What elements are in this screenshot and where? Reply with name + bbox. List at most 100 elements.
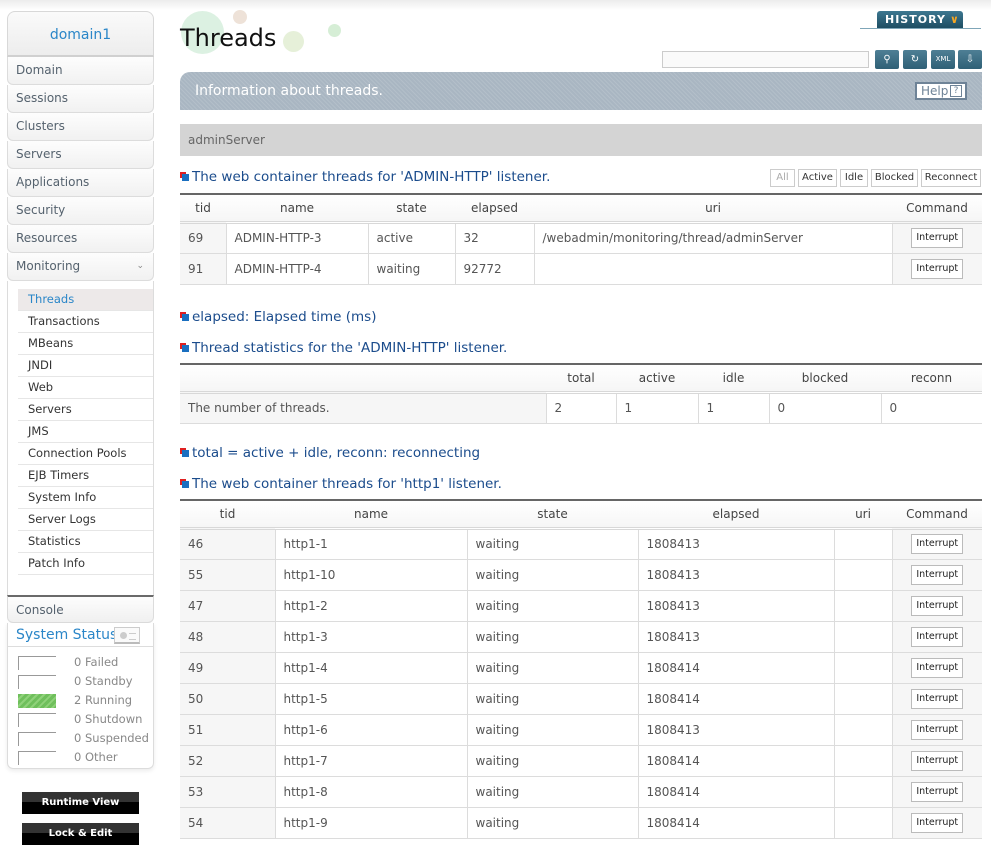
cell-uri bbox=[833, 652, 892, 684]
bullet-icon bbox=[180, 479, 189, 488]
table-row: 52 http1-7 waiting 1808414 Interrupt bbox=[180, 745, 982, 777]
nav-monitoring[interactable]: Monitoring ⌄ bbox=[7, 253, 154, 281]
submenu-ejb-timers[interactable]: EJB Timers bbox=[18, 465, 153, 487]
server-name-bar: adminServer bbox=[180, 124, 982, 156]
column-header: tid bbox=[180, 194, 226, 224]
submenu-system-info[interactable]: System Info bbox=[18, 487, 153, 509]
domain-title[interactable]: domain1 bbox=[7, 11, 154, 57]
cell-elapsed: 1808414 bbox=[637, 745, 834, 777]
cell-command: Interrupt bbox=[891, 559, 982, 591]
status-label: Standby bbox=[84, 674, 133, 688]
bullet-icon bbox=[180, 448, 189, 457]
table-row: 49 http1-4 waiting 1808414 Interrupt bbox=[180, 652, 982, 684]
interrupt-button[interactable]: Interrupt bbox=[911, 626, 964, 647]
cell-uri bbox=[833, 776, 892, 808]
interrupt-button[interactable]: Interrupt bbox=[911, 564, 964, 585]
status-bar bbox=[18, 675, 56, 689]
filter-all-button[interactable]: All bbox=[770, 169, 795, 187]
nav-domain[interactable]: Domain bbox=[7, 57, 154, 85]
submenu-jms[interactable]: JMS bbox=[18, 421, 153, 443]
nav-servers[interactable]: Servers bbox=[7, 141, 154, 169]
search-icon[interactable]: ⚲ bbox=[875, 50, 899, 69]
cell-command: Interrupt bbox=[891, 714, 982, 746]
table-row: 51 http1-6 waiting 1808413 Interrupt bbox=[180, 714, 982, 746]
info-banner: Information about threads. Help ? bbox=[180, 72, 982, 110]
filter-blocked-button[interactable]: Blocked bbox=[871, 169, 918, 187]
submenu-threads[interactable]: Threads bbox=[18, 289, 153, 311]
status-count: 0 bbox=[74, 712, 82, 726]
interrupt-button[interactable]: Interrupt bbox=[911, 534, 964, 554]
nav-console[interactable]: Console bbox=[7, 595, 154, 623]
nav-sessions[interactable]: Sessions bbox=[7, 85, 154, 113]
report-download-icon[interactable]: ⇩ bbox=[958, 50, 982, 69]
question-icon: ? bbox=[950, 85, 962, 97]
cell-state: active bbox=[367, 222, 455, 254]
monitoring-submenu: Threads Transactions MBeans JNDI Web Ser… bbox=[7, 281, 154, 595]
toggle-view-icon[interactable] bbox=[114, 627, 140, 644]
interrupt-button[interactable]: Interrupt bbox=[911, 781, 964, 802]
nav-clusters[interactable]: Clusters bbox=[7, 113, 154, 141]
cell-command: Interrupt bbox=[891, 253, 982, 285]
interrupt-button[interactable]: Interrupt bbox=[911, 750, 964, 771]
cell-command: Interrupt bbox=[891, 222, 982, 254]
column-header: elapsed bbox=[455, 194, 534, 224]
submenu-servers[interactable]: Servers bbox=[18, 399, 153, 421]
nav-monitoring-label: Monitoring bbox=[16, 259, 81, 273]
cell-tid: 91 bbox=[180, 253, 226, 285]
xml-export-icon[interactable]: XML bbox=[931, 50, 955, 69]
submenu-jndi[interactable]: JNDI bbox=[18, 355, 153, 377]
cell-command: Interrupt bbox=[891, 590, 982, 622]
submenu-patch-info[interactable]: Patch Info bbox=[18, 553, 153, 575]
lock-edit-button[interactable]: Lock & Edit bbox=[22, 823, 139, 845]
column-header: blocked bbox=[769, 364, 881, 394]
interrupt-button[interactable]: Interrupt bbox=[911, 812, 964, 833]
system-status-title: System Status bbox=[16, 627, 118, 643]
cell-elapsed: 1808413 bbox=[637, 528, 834, 560]
submenu-mbeans[interactable]: MBeans bbox=[18, 333, 153, 355]
filter-reconnect-button[interactable]: Reconnect bbox=[921, 169, 981, 187]
cell-name: http1-2 bbox=[274, 590, 467, 622]
submenu-server-logs[interactable]: Server Logs bbox=[18, 509, 153, 531]
cell-elapsed: 1808414 bbox=[637, 776, 834, 808]
nav-applications[interactable]: Applications bbox=[7, 169, 154, 197]
cell-command: Interrupt bbox=[891, 621, 982, 653]
help-button[interactable]: Help ? bbox=[915, 82, 967, 100]
cell-tid: 55 bbox=[180, 559, 275, 591]
submenu-web[interactable]: Web bbox=[18, 377, 153, 399]
status-bar bbox=[18, 751, 56, 765]
cell-uri bbox=[833, 714, 892, 746]
nav-security[interactable]: Security bbox=[7, 197, 154, 225]
table-row: 54 http1-9 waiting 1808414 Interrupt bbox=[180, 807, 982, 839]
status-label: Other bbox=[84, 750, 118, 764]
refresh-icon[interactable]: ↻ bbox=[903, 50, 927, 69]
system-status-panel: System Status 0 Failed 0 Standby 2 Runni… bbox=[7, 623, 154, 769]
interrupt-button[interactable]: Interrupt bbox=[911, 719, 964, 740]
runtime-view-button[interactable]: Runtime View bbox=[22, 792, 139, 814]
submenu-transactions[interactable]: Transactions bbox=[18, 311, 153, 333]
filter-active-button[interactable]: Active bbox=[798, 169, 837, 187]
cell-state: waiting bbox=[466, 807, 638, 839]
cell-state: waiting bbox=[466, 683, 638, 715]
interrupt-button[interactable]: Interrupt bbox=[911, 657, 964, 678]
cell-tid: 53 bbox=[180, 776, 275, 808]
submenu-connection-pools[interactable]: Connection Pools bbox=[18, 443, 153, 465]
cell-uri bbox=[833, 745, 892, 777]
filter-idle-button[interactable]: Idle bbox=[840, 169, 868, 187]
nav-resources[interactable]: Resources bbox=[7, 225, 154, 253]
column-header: active bbox=[616, 364, 698, 394]
cell-tid: 54 bbox=[180, 807, 275, 839]
history-button[interactable]: HISTORY ∨ bbox=[877, 11, 963, 29]
table-header-row: tid name state elapsed uri Command bbox=[180, 194, 982, 224]
cell-name: http1-5 bbox=[274, 683, 467, 715]
interrupt-button[interactable]: Interrupt bbox=[911, 258, 964, 279]
thread-statistics-table: total active idle blocked reconn The num… bbox=[180, 363, 982, 424]
top-shade bbox=[0, 0, 991, 10]
status-row-failed: 0 Failed bbox=[8, 653, 153, 672]
interrupt-button[interactable]: Interrupt bbox=[911, 595, 964, 616]
cell-command: Interrupt bbox=[891, 776, 982, 808]
interrupt-button[interactable]: Interrupt bbox=[911, 688, 964, 709]
interrupt-button[interactable]: Interrupt bbox=[911, 228, 964, 248]
search-input[interactable] bbox=[662, 51, 869, 68]
http1-section-title: The web container threads for 'http1' li… bbox=[180, 476, 502, 492]
submenu-statistics[interactable]: Statistics bbox=[18, 531, 153, 553]
